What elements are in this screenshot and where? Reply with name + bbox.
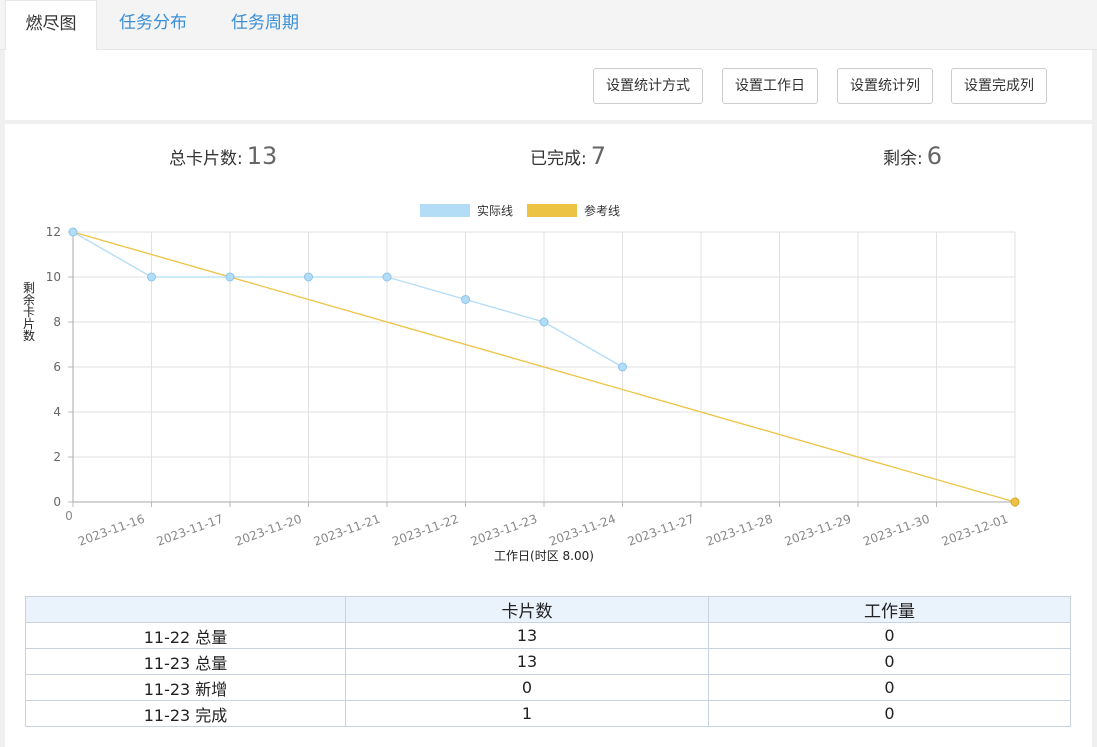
stat-total: 总卡片数: 13	[169, 142, 277, 170]
table-header: 卡片数	[345, 596, 709, 623]
y-tick-label: 8	[53, 315, 61, 329]
x-tick-label: 2023-11-30	[861, 512, 931, 549]
burndown-panel: 总卡片数: 13 已完成: 7 剩余: 6 实际线 参考线 0 2 4 6 8 10 12 0 2023…	[5, 124, 1092, 747]
tab-bar: 燃尽图 任务分布 任务周期	[0, 0, 1097, 51]
y-axis-label: 剩余卡片数	[23, 281, 35, 343]
stat-remaining-label: 剩余:	[883, 149, 923, 169]
table-row: 11-23 新增 0 0	[25, 674, 1071, 701]
stat-remaining-value: 6	[926, 142, 943, 170]
table-cell: 11-23 新增	[25, 674, 346, 701]
set-stat-column-button[interactable]: 设置统计列	[837, 68, 933, 104]
data-point	[147, 272, 156, 282]
data-point	[304, 272, 313, 282]
x-tick-label: 0	[65, 509, 73, 523]
table-row: 11-22 总量 13 0	[25, 622, 1071, 649]
toolbar: 设置统计方式 设置工作日 设置统计列 设置完成列	[5, 50, 1092, 120]
table-cell: 11-22 总量	[25, 622, 346, 649]
table-row: 11-23 完成 1 0	[25, 700, 1071, 727]
stat-done-value: 7	[590, 142, 607, 170]
table-header: 工作量	[708, 596, 1071, 623]
data-point	[382, 272, 392, 282]
legend-swatch	[527, 204, 577, 217]
x-tick-label: 2023-11-28	[704, 512, 774, 549]
data-point	[461, 295, 470, 304]
table-cell: 0	[708, 700, 1071, 727]
x-tick-label: 2023-11-27	[626, 512, 696, 549]
x-tick-label: 2023-12-01	[940, 512, 1010, 549]
x-axis-label: 工作日(时区 8.00)	[494, 549, 594, 563]
burndown-chart: 实际线 参考线 0246810120 2023-11-16 2023-11-17 202…	[23, 203, 1020, 563]
table-header	[25, 596, 346, 623]
table-cell: 11-23 完成	[25, 700, 346, 727]
y-tick-label: 0	[53, 495, 61, 509]
legend-label: 参考线	[584, 203, 620, 218]
y-tick-label: 6	[53, 360, 61, 374]
tab-task-distribution[interactable]: 任务分布	[119, 0, 187, 50]
chart-legend: 实际线 参考线	[420, 203, 620, 218]
table-cell: 0	[345, 674, 709, 701]
x-tick-label: 2023-11-16	[76, 512, 146, 549]
stat-remaining: 剩余: 6	[883, 142, 942, 170]
set-stat-method-button[interactable]: 设置统计方式	[593, 68, 703, 104]
data-point	[1010, 497, 1020, 507]
legend-swatch	[420, 204, 470, 217]
tab-task-cycle[interactable]: 任务周期	[231, 0, 299, 50]
x-tick-label: 2023-11-17	[155, 512, 225, 549]
stat-done-label: 已完成:	[530, 149, 587, 169]
stat-total-label: 总卡片数:	[169, 149, 243, 169]
table-cell: 13	[345, 622, 709, 649]
tab-burndown[interactable]: 燃尽图	[5, 0, 97, 51]
data-point	[618, 362, 627, 372]
table-cell: 0	[708, 622, 1071, 649]
data-point	[539, 317, 549, 327]
y-tick-label: 12	[46, 225, 61, 239]
set-done-column-button[interactable]: 设置完成列	[951, 68, 1047, 104]
y-tick-label: 4	[53, 405, 61, 419]
table-cell: 1	[345, 700, 709, 727]
chart-axes: 0246810120 2023-11-16 2023-11-17 2023-11-20…	[46, 225, 1016, 549]
data-point	[225, 272, 235, 282]
x-tick-label: 2023-11-21	[312, 512, 382, 549]
series-line	[72, 231, 623, 368]
set-workday-button[interactable]: 设置工作日	[722, 68, 818, 104]
table-cell: 13	[345, 648, 709, 675]
table-row: 11-23 总量 13 0	[25, 648, 1071, 675]
table-cell: 11-23 总量	[25, 648, 346, 675]
table-cell: 0	[708, 648, 1071, 675]
y-tick-label: 10	[46, 270, 61, 284]
stat-total-value: 13	[246, 142, 278, 170]
x-tick-label: 2023-11-24	[547, 512, 617, 549]
table-header-row: 卡片数 工作量	[25, 596, 1071, 623]
table-cell: 0	[708, 674, 1071, 701]
legend-label: 实际线	[477, 203, 513, 218]
y-tick-label: 2	[53, 450, 61, 464]
x-tick-label: 2023-11-22	[390, 512, 460, 549]
data-point	[68, 227, 78, 237]
stat-done: 已完成: 7	[530, 142, 606, 170]
summary-table: 卡片数 工作量 11-22 总量 13 0 11-23 总量 13 0 11-2…	[25, 596, 1071, 727]
x-tick-label: 2023-11-23	[469, 512, 539, 549]
x-tick-label: 2023-11-20	[233, 512, 303, 549]
x-tick-label: 2023-11-29	[783, 512, 853, 549]
